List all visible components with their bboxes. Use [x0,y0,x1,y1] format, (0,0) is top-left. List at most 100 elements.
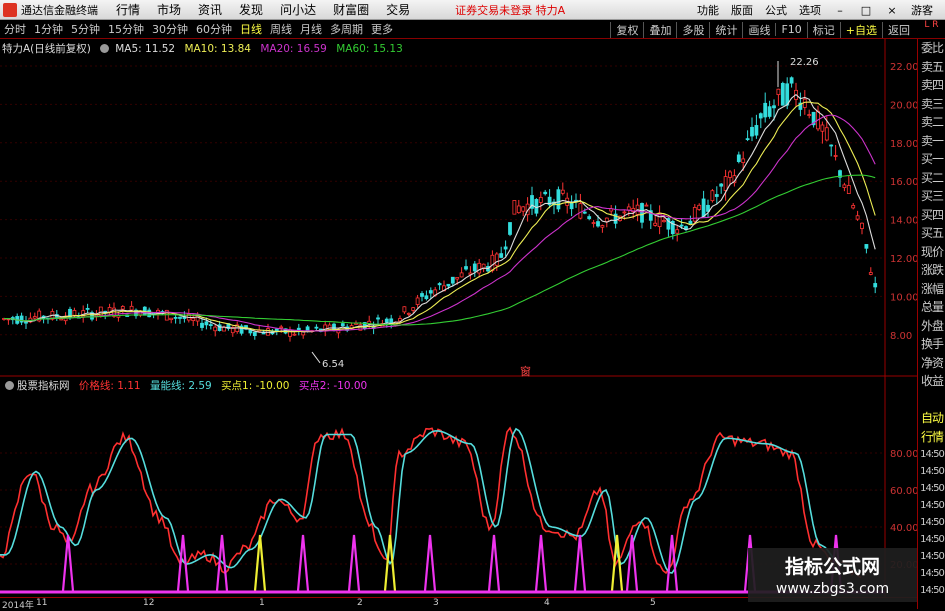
candle-body [499,253,504,258]
tool-button[interactable]: F10 [775,23,806,36]
period-tab[interactable]: 15分钟 [108,21,144,37]
side-panel-item[interactable]: 买四 [918,206,945,225]
period-tab[interactable]: 周线 [270,21,292,37]
tool-button[interactable]: 多股 [676,21,709,38]
candle-body [846,185,851,194]
side-panel-item[interactable]: 卖二 [918,113,945,132]
period-tab[interactable]: 多周期 [330,21,363,37]
buy1-value: 买点1: -10.00 [221,380,290,392]
period-tab[interactable]: 分时 [4,21,26,37]
side-panel-item[interactable]: 行情 [918,428,945,447]
candle-body [675,229,680,234]
menu-item-quotes[interactable]: 行情 [116,1,140,18]
period-tab[interactable]: 月线 [300,21,322,37]
tool-button[interactable]: 画线 [742,21,775,38]
side-panel-item[interactable]: 卖五 [918,58,945,77]
side-panel-item[interactable]: 涨幅 [918,280,945,299]
menu-item-ask[interactable]: 问小达 [280,1,316,18]
side-panel-item[interactable]: 净资 [918,354,945,373]
side-panel-item[interactable]: 总量 [918,298,945,317]
side-panel-item[interactable]: 14:50 [918,446,945,463]
period-tab[interactable]: 30分钟 [152,21,188,37]
candle-body [719,183,724,187]
side-panel-item[interactable]: 自动 [918,409,945,428]
side-panel-item[interactable]: 14:50 [918,497,945,514]
candle-body [767,106,772,117]
period-tab[interactable]: 1分钟 [34,21,63,37]
tool-button[interactable]: 叠加 [643,21,676,38]
minimize-icon[interactable]: – [833,4,847,17]
candle-body [424,295,429,300]
settings-icon[interactable] [5,381,14,390]
candle-body [477,262,482,274]
period-tab[interactable]: 60分钟 [196,21,232,37]
side-panel-item[interactable]: 买五 [918,224,945,243]
candle-body [591,222,596,224]
side-panel-item[interactable]: 14:50 [918,565,945,582]
candle-body [604,217,609,222]
period-tab[interactable]: 5分钟 [71,21,100,37]
menu-function[interactable]: 功能 [697,2,719,18]
tool-button[interactable]: 复权 [610,21,643,38]
candle-body [446,283,451,287]
add-watchlist-button[interactable]: +自选 [839,21,882,38]
period-tab-daily[interactable]: 日线 [240,21,262,37]
side-panel-item[interactable]: 14:50 [918,582,945,599]
side-panel-item[interactable]: 买一 [918,150,945,169]
watermark-title: 指标公式网 [784,556,880,578]
side-panel-item[interactable]: 外盘 [918,317,945,336]
menu-options[interactable]: 选项 [799,2,821,18]
settings-icon[interactable] [99,44,109,53]
side-panel-item[interactable]: 现价 [918,243,945,262]
menu-formula[interactable]: 公式 [765,2,787,18]
side-panel-item[interactable]: 14:50 [918,514,945,531]
indicator-name[interactable]: 股票指标网 [17,380,70,392]
side-panel-item[interactable]: 卖一 [918,132,945,151]
side-panel-item[interactable]: 涨跌 [918,261,945,280]
side-panel-item[interactable]: 卖三 [918,95,945,114]
back-button[interactable]: 返回 [882,21,915,38]
maximize-icon[interactable]: □ [859,4,873,17]
candle-body [640,203,644,223]
side-panel-item[interactable]: 14:50 [918,480,945,497]
side-panel-item[interactable]: 14:50 [918,531,945,548]
side-panel-item[interactable]: 14:50 [918,548,945,565]
ma60-value: MA60: 15.13 [336,43,403,55]
menu-item-trade[interactable]: 交易 [386,1,410,18]
tool-button[interactable]: 统计 [709,21,742,38]
menu-layout[interactable]: 版面 [731,2,753,18]
candle-body [129,305,134,311]
candle-body [200,322,204,328]
guest-label[interactable]: 游客 [911,2,933,18]
candle-body [415,297,420,305]
menu-item-news[interactable]: 资讯 [198,1,222,18]
side-panel-item[interactable]: 收益 [918,372,945,391]
stock-title[interactable]: 特力A(日线前复权) [2,43,91,55]
candle-body [543,191,548,195]
price-tick-label: 20.00 [890,100,917,111]
menu-item-wealth[interactable]: 财富圈 [333,1,369,18]
side-panel-item[interactable] [918,391,945,410]
side-panel-item[interactable]: 委比 [918,39,945,58]
side-panel-item[interactable]: 卖四 [918,76,945,95]
side-panel-item[interactable]: 14:50 [918,463,945,480]
login-notice[interactable]: 证券交易未登录 特力A [455,2,565,18]
menu-item-discover[interactable]: 发现 [239,1,263,18]
candle-body [120,306,125,310]
indicator-tick-label: 80.00 [890,449,917,460]
close-icon[interactable]: × [885,4,899,17]
app-name: 通达信金融终端 [21,3,98,17]
side-panel-item[interactable]: 买三 [918,187,945,206]
candle-body [437,283,442,286]
main-legend: 特力A(日线前复权) MA5: 11.52 MA10: 13.84 MA20: … [2,41,409,55]
tool-button[interactable]: 标记 [806,21,840,38]
side-toggle[interactable]: L R [918,20,945,39]
side-panel-item[interactable]: 买二 [918,169,945,188]
period-tab-more[interactable]: 更多 [371,21,393,37]
menu-item-market[interactable]: 市场 [157,1,181,18]
side-panel-item[interactable]: 换手 [918,335,945,354]
indicator-tick-label: 60.00 [890,486,917,497]
price-tick-label: 16.00 [890,177,917,188]
candle-body [864,244,869,249]
candle-body [305,326,310,332]
